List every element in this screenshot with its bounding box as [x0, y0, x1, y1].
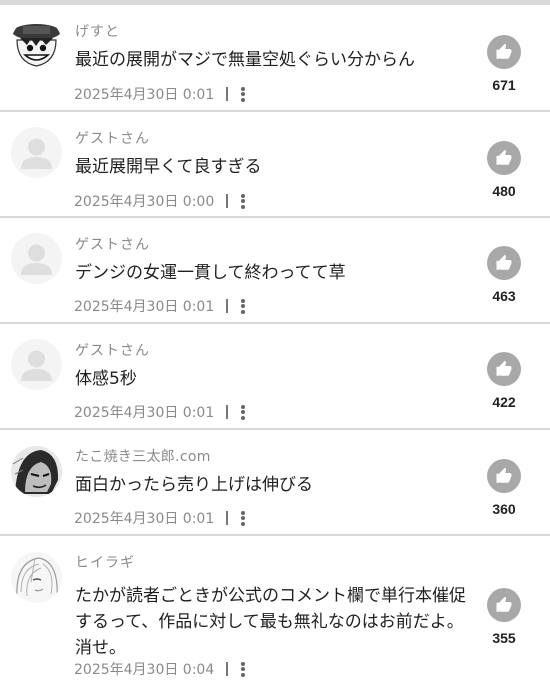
comment-text: デンジの女運一貫して終わってて草: [75, 263, 346, 283]
default-avatar[interactable]: [11, 339, 62, 390]
comment-card: たこ焼き三太郎.com 面白かったら売り上げは伸びる 2025年4月30日 0:…: [0, 430, 550, 534]
comment-list: げすと 最近の展開がマジで無量空処ぐらい分からん 2025年4月30日 0:01…: [0, 0, 550, 683]
divider: [226, 299, 229, 313]
comment-text: 体感5秒: [75, 369, 137, 389]
more-options-icon[interactable]: [241, 510, 246, 526]
comment-username: げすと: [75, 24, 120, 40]
comment-text: 最近展開早くて良すぎる: [75, 157, 262, 177]
hooded-character-avatar[interactable]: [11, 446, 62, 497]
divider: [226, 662, 229, 676]
like-button[interactable]: [487, 588, 521, 622]
default-avatar[interactable]: [11, 233, 62, 284]
like-button[interactable]: [487, 246, 521, 280]
like-count: 671: [492, 77, 516, 93]
like-group: 671: [484, 35, 524, 93]
thumbs-up-icon: [496, 467, 512, 483]
comment-date: 2025年4月30日 0:04: [74, 662, 215, 678]
thumbs-up-icon: [496, 360, 512, 376]
comment-username: ゲストさん: [75, 343, 150, 359]
divider: [226, 511, 229, 525]
like-group: 463: [484, 246, 524, 304]
luffy-avatar[interactable]: [11, 18, 62, 69]
more-options-icon[interactable]: [241, 193, 246, 209]
like-button[interactable]: [487, 459, 521, 493]
comment-date: 2025年4月30日 0:01: [74, 511, 215, 527]
thumbs-up-icon: [496, 43, 512, 59]
comment-meta: 2025年4月30日 0:00: [74, 191, 246, 211]
comment-date: 2025年4月30日 0:01: [74, 87, 215, 103]
like-group: 355: [484, 588, 524, 646]
like-count: 480: [492, 183, 516, 199]
thumbs-up-icon: [496, 596, 512, 612]
comment-card: ヒイラギ たかが読者ごときが公式のコメント欄で単行本催促するって、作品に対して最…: [0, 536, 550, 683]
like-button[interactable]: [487, 352, 521, 386]
comment-date: 2025年4月30日 0:01: [74, 299, 215, 315]
comment-meta: 2025年4月30日 0:01: [74, 84, 246, 104]
divider: [226, 87, 229, 101]
like-count: 422: [492, 394, 516, 410]
comment-username: ヒイラギ: [75, 555, 135, 571]
comment-card: ゲストさん 体感5秒 2025年4月30日 0:01 422: [0, 324, 550, 428]
like-group: 360: [484, 459, 524, 517]
comment-meta: 2025年4月30日 0:04: [74, 659, 246, 679]
comment-username: ゲストさん: [75, 237, 150, 253]
like-group: 422: [484, 352, 524, 410]
more-options-icon[interactable]: [241, 661, 246, 677]
like-button[interactable]: [487, 35, 521, 69]
like-count: 360: [492, 501, 516, 517]
anime-girl-avatar[interactable]: [11, 552, 62, 603]
comment-date: 2025年4月30日 0:00: [74, 194, 215, 210]
thumbs-up-icon: [496, 254, 512, 270]
thumbs-up-icon: [496, 149, 512, 165]
default-avatar[interactable]: [11, 127, 62, 178]
comment-date: 2025年4月30日 0:01: [74, 405, 215, 421]
comment-text: 最近の展開がマジで無量空処ぐらい分からん: [75, 50, 415, 70]
comment-meta: 2025年4月30日 0:01: [74, 296, 246, 316]
more-options-icon[interactable]: [241, 86, 246, 102]
comment-card: ゲストさん 最近展開早くて良すぎる 2025年4月30日 0:00 480: [0, 112, 550, 216]
comment-meta: 2025年4月30日 0:01: [74, 508, 246, 528]
comment-card: ゲストさん デンジの女運一貫して終わってて草 2025年4月30日 0:01 4…: [0, 218, 550, 322]
more-options-icon[interactable]: [241, 298, 246, 314]
divider: [226, 405, 229, 419]
comment-text: たかが読者ごときが公式のコメント欄で単行本催促するって、作品に対して最も無礼なの…: [75, 586, 466, 658]
comment-username: ゲストさん: [75, 131, 150, 147]
like-group: 480: [484, 141, 524, 199]
like-count: 463: [492, 288, 516, 304]
comment-username: たこ焼き三太郎.com: [75, 449, 211, 465]
comment-text: 面白かったら売り上げは伸びる: [75, 475, 313, 495]
comment-card: げすと 最近の展開がマジで無量空処ぐらい分からん 2025年4月30日 0:01…: [0, 5, 550, 110]
divider: [226, 194, 229, 208]
like-count: 355: [492, 630, 516, 646]
more-options-icon[interactable]: [241, 404, 246, 420]
like-button[interactable]: [487, 141, 521, 175]
comment-meta: 2025年4月30日 0:01: [74, 402, 246, 422]
